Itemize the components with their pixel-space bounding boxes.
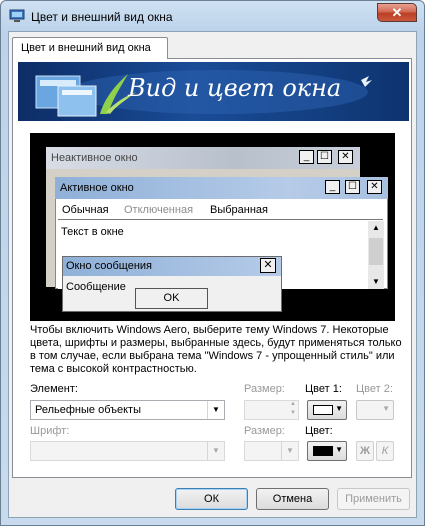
tab-label: Цвет и внешний вид окна [21,42,151,54]
bold-button[interactable]: Ж [356,441,374,461]
cancel-button[interactable]: Отмена [256,488,329,510]
stepper-down-icon[interactable]: ▼ [290,410,296,416]
item-label: Элемент: [30,383,78,395]
aero-description: Чтобы включить Windows Aero, выберите те… [30,324,402,375]
chevron-down-icon: ▼ [335,404,343,413]
size1-label: Размер: [244,383,285,395]
color2-label: Цвет 2: [356,383,393,395]
stepper-up-icon[interactable]: ▲ [290,401,296,407]
color2-picker[interactable]: ▼ [356,400,394,420]
display-icon [9,9,25,22]
window-title: Цвет и внешний вид окна [31,10,173,24]
size1-stepper[interactable]: ▲ ▼ [244,400,299,420]
apply-button[interactable]: Применить [337,488,410,510]
inactive-maximize-button[interactable]: ☐ [317,150,332,164]
menu-item-selected[interactable]: Выбранная [210,204,268,216]
font-color-picker[interactable]: ▼ [307,441,347,461]
menu-item-disabled[interactable]: Отключенная [124,204,193,216]
inactive-minimize-button[interactable]: _ [299,150,314,164]
active-minimize-button[interactable]: _ [325,180,340,194]
scroll-thumb[interactable] [369,238,383,265]
scroll-down-icon[interactable]: ▼ [369,277,383,286]
size2-label: Размер: [244,425,285,437]
window-text: Текст в окне [61,226,124,238]
item-select-value: Рельефные объекты [35,404,142,416]
message-box-close-button[interactable]: ✕ [260,258,276,273]
active-window-title: Активное окно [60,182,134,194]
chevron-down-icon[interactable]: ▼ [281,442,298,460]
chevron-down-icon[interactable]: ▼ [207,401,224,419]
banner-title: Вид и цвет окна [128,74,342,102]
chevron-down-icon: ▼ [335,445,343,454]
font-select[interactable]: ▼ [30,441,225,461]
size2-select[interactable]: ▼ [244,441,299,461]
active-maximize-button[interactable]: ☐ [345,180,360,194]
italic-button[interactable]: К [376,441,394,461]
inactive-window-title: Неактивное окно [51,152,138,164]
tab-window-color[interactable]: Цвет и внешний вид окна [12,37,168,59]
close-button[interactable]: ✕ [377,3,417,22]
chevron-down-icon: ▼ [382,404,390,413]
menu-item-normal[interactable]: Обычная [62,204,109,216]
inactive-close-button[interactable]: ✕ [338,150,353,164]
ok-button[interactable]: ОК [175,488,248,510]
color-label: Цвет: [305,425,333,437]
active-close-button[interactable]: ✕ [367,180,382,194]
message-box-title: Окно сообщения [66,260,152,272]
message-ok-button[interactable]: OK [135,288,208,309]
scroll-up-icon[interactable]: ▲ [369,223,383,232]
menu-divider [58,219,383,220]
font-label: Шрифт: [30,425,70,437]
font-color-swatch [313,446,333,456]
chevron-down-icon[interactable]: ▼ [207,442,224,460]
color1-swatch [313,405,333,415]
color1-label: Цвет 1: [305,383,342,395]
color1-picker[interactable]: ▼ [307,400,347,420]
item-select[interactable]: Рельефные объекты ▼ [30,400,225,420]
message-text: Сообщение [66,281,126,293]
